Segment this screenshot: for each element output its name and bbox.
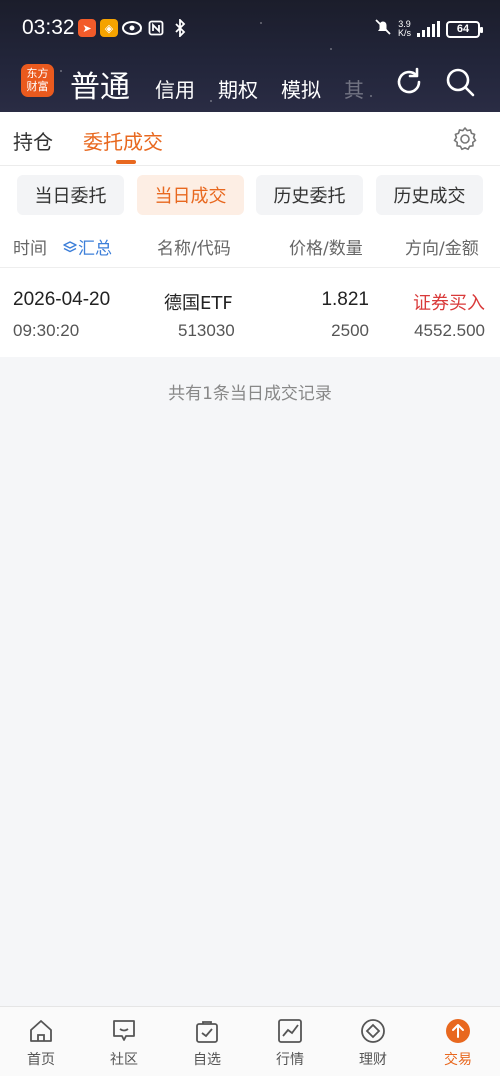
- bag-check-icon: [196, 1021, 218, 1043]
- column-header-direction-amount: 方向/金额: [405, 239, 479, 259]
- table-row[interactable]: 2026-04-20 09:30:20 德国ETF 513030 1.821 2…: [0, 267, 500, 357]
- trade-time: 09:30:20: [13, 321, 80, 340]
- account-mode-nav: 信用 期权 模拟 其: [155, 74, 364, 103]
- bottom-nav-community[interactable]: 社区: [94, 1017, 154, 1069]
- column-header-name-code: 名称/代码: [157, 239, 231, 259]
- bottom-nav-label: 社区: [110, 1052, 138, 1068]
- signal-icon: [417, 21, 440, 37]
- arrow-up-circle-icon: [446, 1019, 470, 1043]
- search-icon[interactable]: [444, 66, 476, 98]
- bottom-nav-wealth[interactable]: 理财: [343, 1017, 403, 1069]
- bottom-nav: 首页 社区 自选 行情 理财 交易: [0, 1006, 500, 1076]
- bottom-nav-trade[interactable]: 交易: [428, 1017, 488, 1069]
- nfc-icon: [146, 19, 166, 37]
- subtab-history-trades[interactable]: 历史成交: [376, 175, 483, 215]
- trade-date: 2026-04-20: [13, 289, 111, 310]
- top-header: 03:32 ➤ ◈ 3.9 K/s 64 东方 财富 普通 信用 期权 模拟 其: [0, 0, 500, 112]
- subtab-today-trades[interactable]: 当日成交: [137, 175, 244, 215]
- net-speed: 3.9 K/s: [398, 20, 411, 38]
- bottom-nav-label: 自选: [193, 1052, 221, 1068]
- column-header-price-qty: 价格/数量: [289, 239, 363, 259]
- nav-item-more[interactable]: 其: [344, 74, 364, 103]
- home-icon: [30, 1020, 52, 1042]
- bluetooth-icon: [170, 19, 190, 37]
- trade-quantity: 2500: [331, 321, 369, 340]
- bottom-nav-label: 首页: [27, 1052, 55, 1068]
- battery-level: 64: [456, 23, 470, 35]
- mute-bell-icon: [374, 18, 392, 40]
- bottom-nav-label: 行情: [276, 1052, 304, 1068]
- app-logo[interactable]: 东方 财富: [21, 64, 54, 97]
- net-speed-unit: K/s: [397, 28, 411, 38]
- sub-tabs-area: 当日委托 当日成交 历史委托 历史成交 时间 汇总 名称/代码 价格/数量 方向…: [0, 166, 500, 267]
- gear-icon[interactable]: [452, 126, 478, 152]
- status-notification-icons: ➤ ◈: [78, 19, 190, 37]
- refresh-icon[interactable]: [393, 66, 425, 98]
- bottom-nav-market[interactable]: 行情: [260, 1017, 320, 1069]
- layers-icon: [63, 241, 77, 253]
- logo-text-line1: 东方: [26, 67, 49, 80]
- records-count-note: 共有1条当日成交记录: [168, 384, 332, 404]
- status-bar: 03:32 ➤ ◈ 3.9 K/s 64: [0, 0, 500, 58]
- trade-price: 1.821: [321, 289, 369, 310]
- bottom-nav-home[interactable]: 首页: [11, 1017, 71, 1069]
- tab-orders-trades[interactable]: 委托成交: [83, 126, 163, 155]
- trade-direction: 证券买入: [413, 293, 485, 314]
- active-tab-indicator: [116, 160, 136, 164]
- column-header-time: 时间: [13, 234, 47, 259]
- trade-security-code: 513030: [178, 321, 235, 340]
- trade-amount: 4552.500: [414, 321, 485, 340]
- eye-icon: [122, 19, 142, 37]
- subtab-today-orders[interactable]: 当日委托: [17, 175, 124, 215]
- column-time-label: 时间: [13, 239, 47, 259]
- diamond-coin-icon: [361, 1019, 385, 1043]
- notification-app-icon: ➤: [78, 19, 96, 37]
- bottom-nav-watchlist[interactable]: 自选: [177, 1017, 237, 1069]
- status-right-icons: 3.9 K/s 64: [374, 18, 483, 40]
- status-time: 03:32: [22, 16, 75, 39]
- nav-item-simulation[interactable]: 模拟: [281, 74, 321, 103]
- chat-bubble-icon: [113, 1020, 135, 1041]
- notification-app-icon: ◈: [100, 19, 118, 37]
- account-mode-title[interactable]: 普通: [70, 62, 130, 106]
- trade-security-name: 德国ETF: [164, 293, 233, 314]
- summary-toggle[interactable]: 汇总: [56, 234, 112, 259]
- nav-item-credit[interactable]: 信用: [155, 74, 195, 103]
- bottom-nav-label: 交易: [444, 1052, 472, 1068]
- nav-item-options[interactable]: 期权: [218, 74, 258, 103]
- subtab-history-orders[interactable]: 历史委托: [256, 175, 363, 215]
- battery-icon: 64: [446, 20, 483, 38]
- bottom-nav-label: 理财: [359, 1052, 387, 1068]
- tab-holdings[interactable]: 持仓: [13, 126, 53, 155]
- logo-text-line2: 财富: [26, 80, 49, 93]
- chart-line-icon: [278, 1019, 302, 1043]
- summary-label: 汇总: [78, 239, 112, 259]
- main-tabs: 持仓 委托成交: [0, 112, 500, 166]
- app-bar: 东方 财富 普通 信用 期权 模拟 其: [0, 58, 500, 112]
